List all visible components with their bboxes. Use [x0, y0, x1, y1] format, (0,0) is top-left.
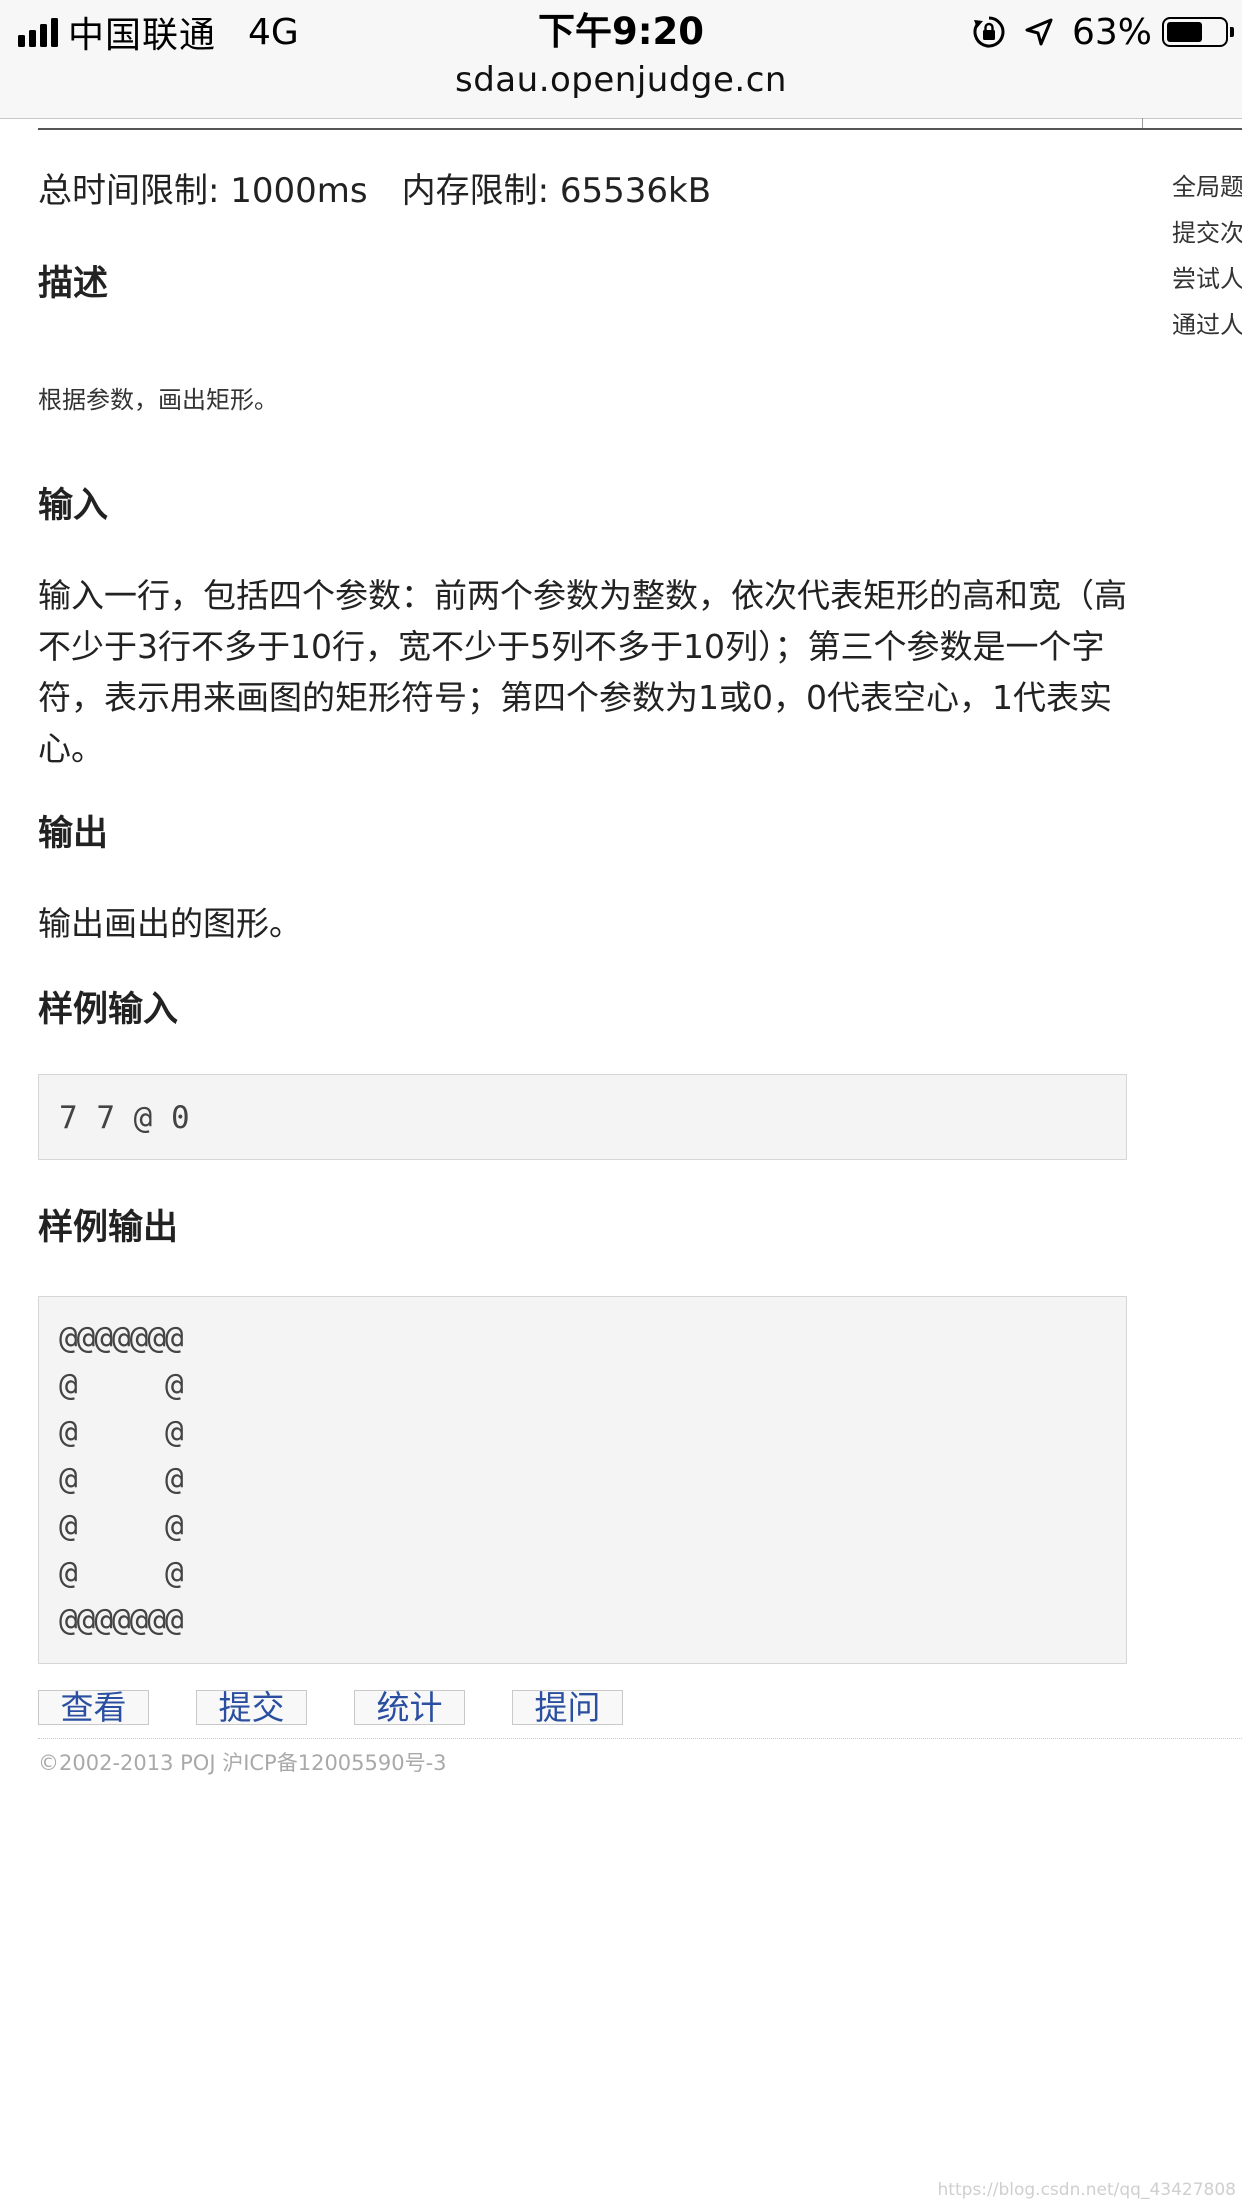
header-divider [38, 128, 1242, 130]
problem-content: 总时间限制: 1000ms 内存限制: 65536kB 描述 根据参数，画出矩形。… [38, 150, 1128, 1664]
header-divider-tick [1142, 118, 1143, 128]
rotation-lock-icon [973, 16, 1005, 48]
address-bar-url[interactable]: sdau.openjudge.cn [0, 58, 1242, 102]
output-text: 输出画出的图形。 [38, 904, 302, 943]
view-button[interactable]: 查看 [38, 1690, 149, 1725]
description-text: 根据参数，画出矩形。 [38, 386, 278, 414]
footer-divider [38, 1738, 1242, 1739]
side-item-attempts: 尝试人数 [1172, 265, 1242, 293]
footer-copyright: ©2002-2013 POJ 沪ICP备12005590号-3 [38, 1751, 447, 1775]
time-limit: 总时间限制: 1000ms [38, 171, 368, 211]
browser-top-bar: 中国联通 4G 下午9:20 63% sdau.openjudge.cn [0, 0, 1242, 119]
side-item-submissions: 提交次数 [1172, 219, 1242, 247]
problem-actions: 查看 提交 统计 提问 [38, 1690, 670, 1725]
memory-limit: 内存限制: 65536kB [401, 171, 712, 211]
battery-icon [1162, 17, 1234, 47]
side-item-accepted: 通过人数 [1172, 311, 1242, 339]
problem-limits: 总时间限制: 1000ms 内存限制: 65536kB [38, 150, 1128, 232]
sample-input-block: 7 7 @ 0 [38, 1074, 1127, 1160]
side-item-global-id: 全局题号 [1172, 173, 1242, 201]
description-heading: 描述 [38, 264, 109, 304]
output-heading: 输出 [38, 814, 109, 854]
battery-percentage: 63% [1071, 11, 1152, 53]
sample-output-block: @@@@@@@ @ @ @ @ @ @ @ @ @ @ @@@@@@@ [38, 1296, 1127, 1664]
problem-stats-panel: 全局题号 提交次数 尝试人数 通过人数 [1172, 164, 1242, 348]
location-arrow-icon [1025, 18, 1053, 46]
stats-button[interactable]: 统计 [354, 1690, 465, 1725]
input-text: 输入一行，包括四个参数：前两个参数为整数，依次代表矩形的高和宽（高不少于3行不多… [38, 576, 1127, 768]
sample-output-heading: 样例输出 [38, 1208, 179, 1248]
ask-button[interactable]: 提问 [512, 1690, 623, 1725]
watermark: https://blog.csdn.net/qq_43427808 [937, 2180, 1236, 2200]
submit-button[interactable]: 提交 [196, 1690, 307, 1725]
status-right: 63% [972, 8, 1234, 56]
input-heading: 输入 [38, 486, 109, 526]
sample-input-heading: 样例输入 [38, 990, 179, 1030]
